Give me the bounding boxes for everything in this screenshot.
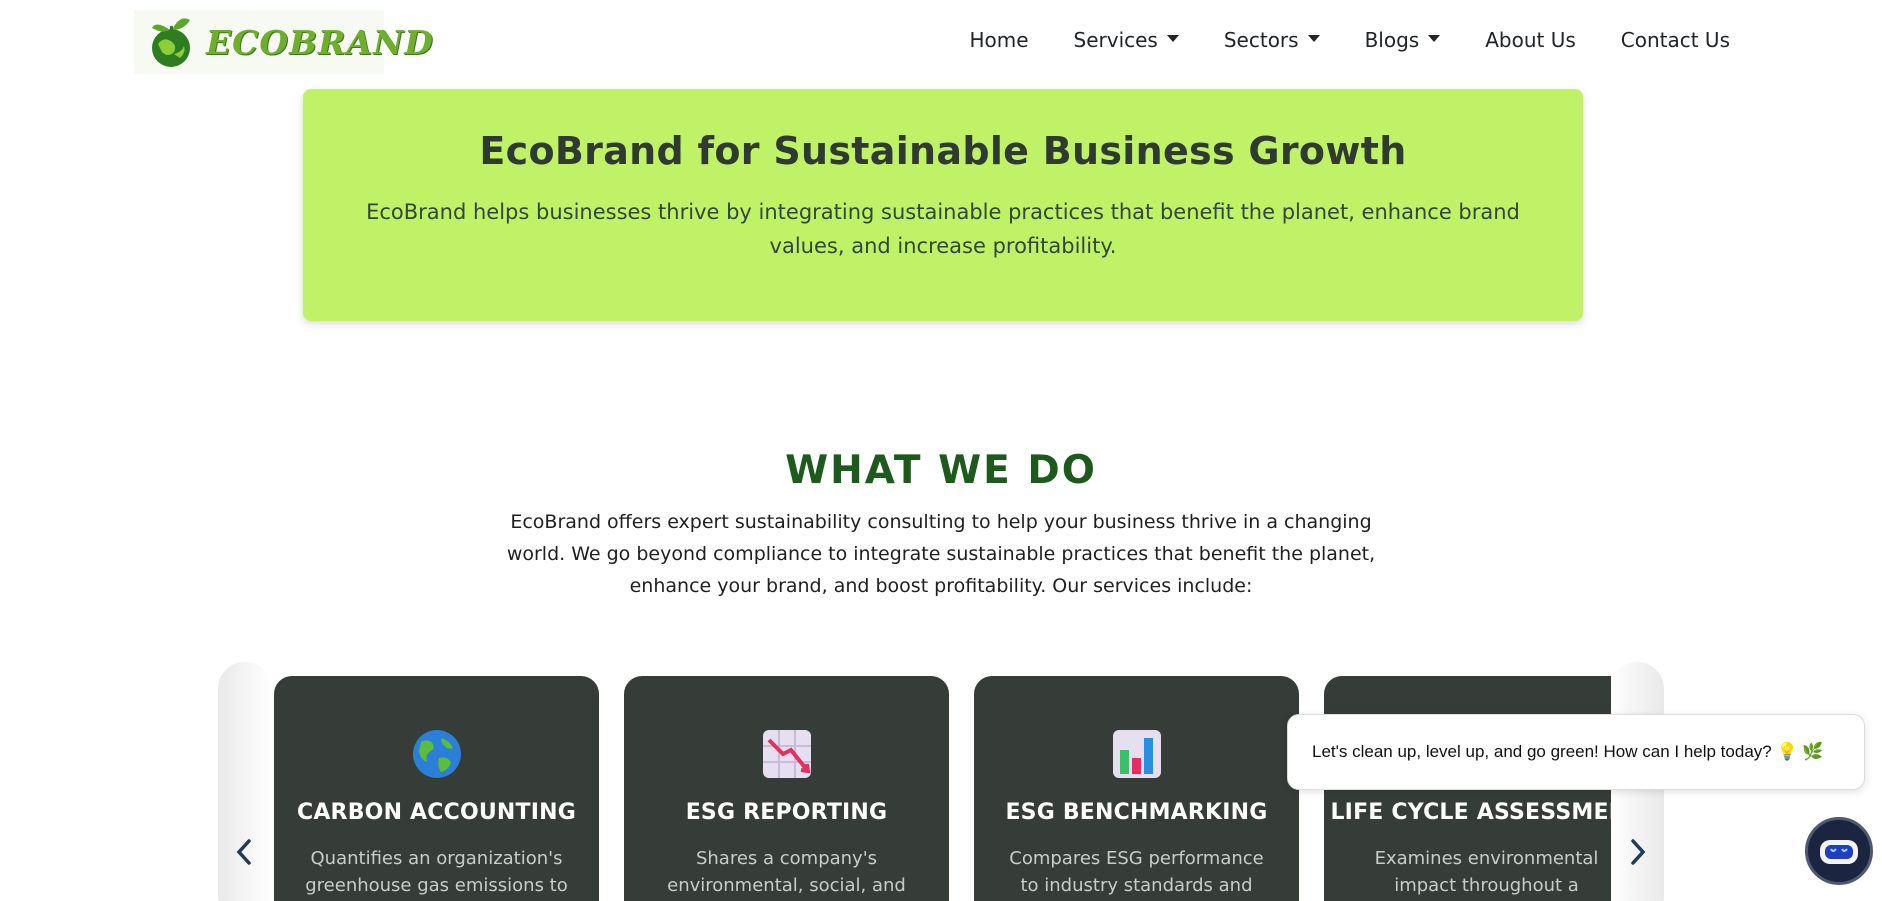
chevron-left-icon <box>236 839 251 865</box>
hero-banner: EcoBrand for Sustainable Business Growth… <box>303 89 1583 321</box>
service-card-esg-reporting[interactable]: ESG REPORTING Shares a company's environ… <box>624 676 949 901</box>
nav-blogs-label: Blogs <box>1364 28 1420 52</box>
service-card-carbon-accounting[interactable]: CARBON ACCOUNTING Quantifies an organiza… <box>274 676 599 901</box>
service-desc: Shares a company's environmental, social… <box>667 848 906 896</box>
nav-services-label: Services <box>1073 28 1158 52</box>
caret-down-icon <box>1166 34 1179 42</box>
nav-contact-label: Contact Us <box>1620 28 1730 52</box>
service-desc: Compares ESG performance to industry sta… <box>1009 848 1264 896</box>
brand-name: ECOBRAND <box>206 22 434 62</box>
globe-icon <box>411 728 463 780</box>
hero-title: EcoBrand for Sustainable Business Growth <box>479 129 1407 173</box>
caret-down-icon <box>1428 34 1441 42</box>
navbar: ECOBRAND Home Services Sectors Blogs Abo… <box>0 0 1882 86</box>
nav-home[interactable]: Home <box>969 28 1028 52</box>
nav-contact-us[interactable]: Contact Us <box>1621 28 1730 52</box>
carousel-prev-button[interactable] <box>230 837 260 867</box>
hero-text: EcoBrand helps businesses thrive by inte… <box>366 200 1520 258</box>
service-card-esg-benchmarking[interactable]: ESG BENCHMARKING Compares ESG performanc… <box>974 676 1299 901</box>
nav-blogs[interactable]: Blogs <box>1365 28 1441 52</box>
service-desc: Quantifies an organization's greenhouse … <box>305 848 568 896</box>
what-we-do-text: EcoBrand offers expert sustainability co… <box>506 511 1376 597</box>
earth-leaf-icon <box>144 14 200 70</box>
service-title: ESG BENCHMARKING <box>1005 800 1268 825</box>
chat-message: Let's clean up, level up, and go green! … <box>1312 742 1824 761</box>
chevron-right-icon <box>1631 839 1646 865</box>
nav-about-label: About Us <box>1485 28 1576 52</box>
chat-greeting-bubble[interactable]: Let's clean up, level up, and go green! … <box>1287 714 1865 790</box>
service-title: LIFE CYCLE ASSESSMENT <box>1330 800 1611 825</box>
service-title: CARBON ACCOUNTING <box>296 800 576 825</box>
nav-services[interactable]: Services <box>1074 28 1179 52</box>
carousel-next-button[interactable] <box>1622 837 1652 867</box>
caret-down-icon <box>1307 34 1320 42</box>
brand-logo[interactable]: ECOBRAND <box>134 10 433 74</box>
what-we-do-title: WHAT WE DO <box>785 448 1097 493</box>
chart-decreasing-icon <box>761 728 813 780</box>
nav-sectors[interactable]: Sectors <box>1224 28 1320 52</box>
nav-home-label: Home <box>969 28 1029 52</box>
nav-about-us[interactable]: About Us <box>1485 28 1576 52</box>
robot-icon <box>1820 840 1858 864</box>
chatbot-launcher-button[interactable] <box>1805 817 1873 885</box>
service-title: ESG REPORTING <box>685 800 888 825</box>
bar-chart-icon <box>1111 728 1163 780</box>
main-nav: Home Services Sectors Blogs About Us Con… <box>924 28 1730 52</box>
nav-sectors-label: Sectors <box>1223 28 1299 52</box>
service-desc: Examines environmental impact throughout… <box>1374 848 1599 896</box>
